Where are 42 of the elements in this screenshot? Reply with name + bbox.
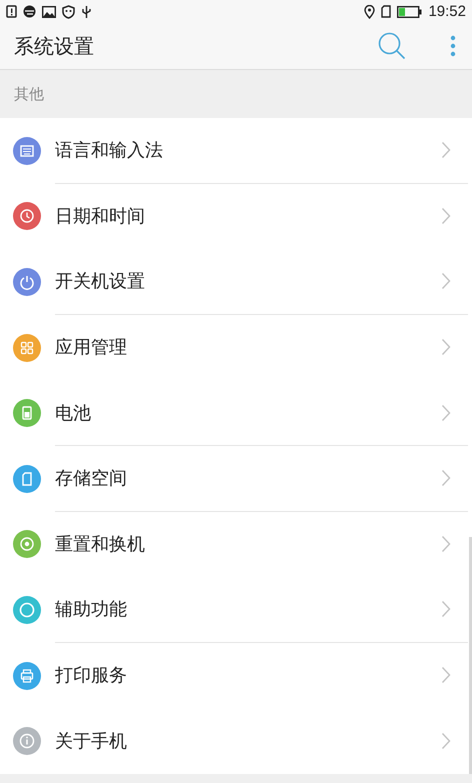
grid-icon — [13, 334, 41, 362]
item-label: 打印服务 — [55, 664, 127, 688]
section-title: 其他 — [14, 84, 44, 104]
chevron-right-icon — [441, 469, 451, 488]
item-label: 开关机设置 — [55, 270, 145, 294]
chevron-right-icon — [441, 732, 451, 750]
chevron-right-icon — [441, 141, 451, 160]
image-icon — [42, 6, 56, 18]
usb-icon — [81, 4, 92, 18]
sim-card-icon — [381, 5, 392, 18]
search-icon[interactable] — [378, 32, 406, 60]
chevron-right-icon — [441, 404, 451, 422]
power-icon — [13, 268, 41, 296]
item-label: 应用管理 — [55, 336, 127, 360]
chevron-right-icon — [441, 600, 451, 618]
clock-icon — [13, 202, 41, 230]
item-label: 关于手机 — [55, 730, 127, 754]
item-label: 日期和时间 — [55, 204, 145, 228]
chevron-right-icon — [441, 272, 451, 290]
chevron-right-icon — [441, 206, 451, 225]
target-icon — [13, 530, 41, 558]
item-label: 重置和换机 — [55, 532, 145, 556]
location-icon — [364, 4, 376, 18]
alert-icon — [6, 5, 17, 18]
more-menu-icon[interactable] — [450, 35, 456, 57]
item-label: 电池 — [55, 402, 91, 425]
memory-card-icon — [13, 464, 41, 493]
shield-icon — [62, 4, 75, 18]
info-icon — [13, 727, 41, 756]
printer-icon — [13, 662, 41, 690]
battery-icon — [397, 6, 422, 18]
keyboard-icon — [13, 136, 41, 165]
ring-icon — [13, 596, 41, 624]
chevron-right-icon — [441, 534, 451, 553]
item-label: 语言和输入法 — [55, 139, 163, 162]
battery-icon — [13, 399, 41, 428]
chevron-right-icon — [441, 338, 451, 356]
screen-title: 系统设置 — [14, 32, 94, 60]
chevron-right-icon — [441, 666, 451, 684]
status-time: 19:52 — [428, 3, 466, 20]
item-label: 辅助功能 — [55, 598, 127, 622]
item-label: 存储空间 — [55, 467, 127, 490]
